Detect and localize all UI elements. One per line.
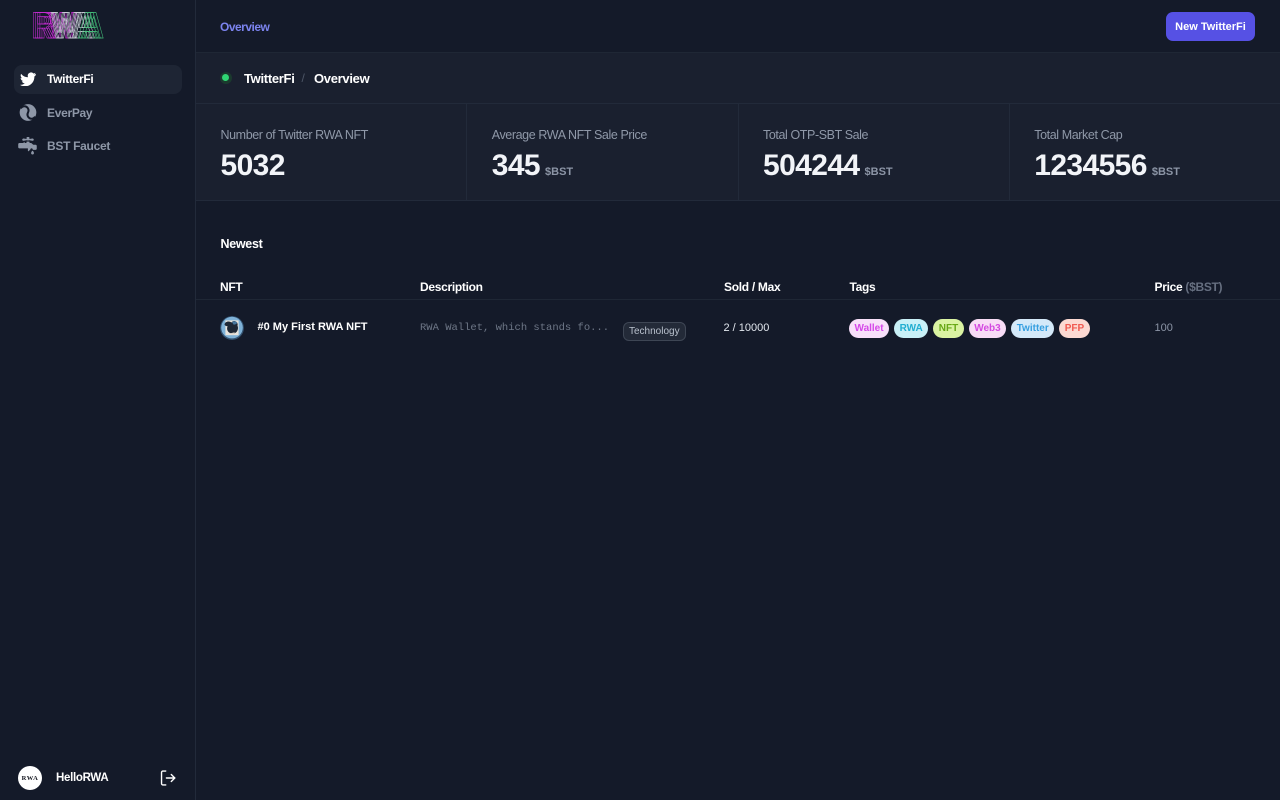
svg-text:A: A [83,10,104,40]
